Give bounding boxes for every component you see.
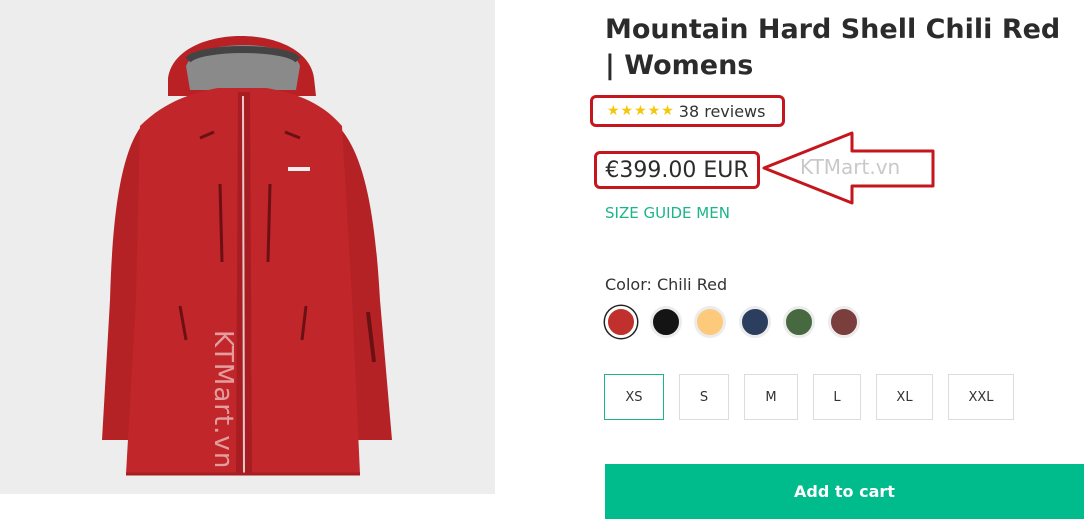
size-option-xl[interactable]: XL — [876, 374, 933, 420]
watermark-arrow: KTMart.vn — [800, 155, 901, 179]
color-swatch-brown[interactable] — [828, 306, 860, 338]
product-image[interactable]: KTMart.vn — [0, 0, 495, 494]
product-title: Mountain Hard Shell Chili Red | Womens — [605, 14, 1061, 81]
color-label: Color: Chili Red — [605, 275, 728, 294]
color-swatch-green[interactable] — [783, 306, 815, 338]
size-option-l[interactable]: L — [813, 374, 861, 420]
price: €399.00 EUR — [605, 157, 749, 183]
color-swatch-yellow[interactable] — [694, 306, 726, 338]
color-swatch-navy[interactable] — [739, 306, 771, 338]
reviews-link[interactable]: 38 reviews — [679, 102, 766, 121]
watermark-vertical: KTMart.vn — [208, 330, 238, 470]
size-option-m[interactable]: M — [744, 374, 798, 420]
size-option-xs[interactable]: XS — [604, 374, 664, 420]
color-swatch-chili-red[interactable] — [605, 306, 637, 338]
size-guide-link[interactable]: SIZE GUIDE MEN — [605, 204, 730, 222]
jacket-illustration — [102, 36, 392, 476]
size-option-s[interactable]: S — [679, 374, 729, 420]
size-option-xxl[interactable]: XXL — [948, 374, 1014, 420]
star-rating-icon: ★★★★★ — [607, 103, 675, 119]
rating-highlight: ★★★★★ 38 reviews — [590, 95, 785, 127]
color-swatch-black[interactable] — [650, 306, 682, 338]
price-highlight: €399.00 EUR — [594, 151, 760, 189]
add-to-cart-button[interactable]: Add to cart — [605, 464, 1084, 519]
